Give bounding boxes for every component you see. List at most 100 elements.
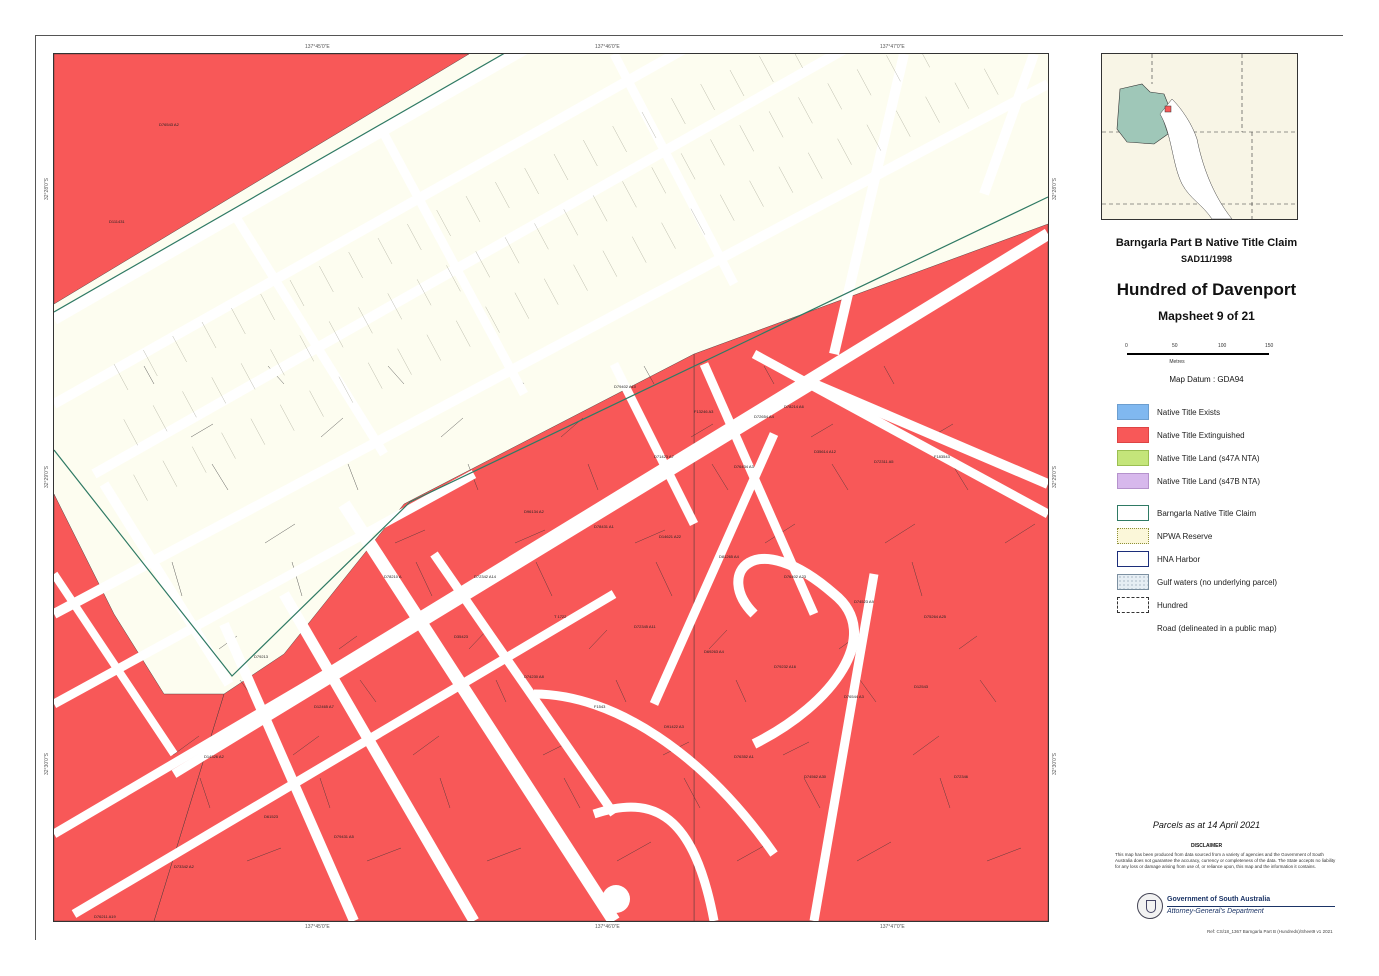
legend-item: Hundred	[1117, 597, 1337, 617]
parcel-label: D76211 A19	[94, 914, 116, 919]
parcel-label: D12543	[914, 684, 929, 689]
grid-label-bottom-1: 137°45'0"E	[305, 924, 330, 930]
locator-inset-map[interactable]	[1101, 53, 1298, 220]
parcel-label: D78431 A1	[594, 524, 614, 529]
parcel-label: D69263 A4	[704, 649, 724, 654]
parcel-label: D61523	[264, 814, 279, 819]
legend-item: NPWA Reserve	[1117, 528, 1337, 548]
legend-label: Barngarla Native Title Claim	[1157, 509, 1257, 518]
grid-label-left-1: 32°28'0"S	[44, 178, 50, 200]
grid-label-bottom-2: 137°46'0"E	[595, 924, 620, 930]
parcel-label: D76402 A23	[784, 574, 807, 579]
parcel-label: F1543	[594, 704, 606, 709]
grid-label-left-2: 32°29'0"S	[44, 466, 50, 488]
parcel-label: F183543	[934, 454, 950, 459]
scale-segment-1	[1127, 353, 1175, 355]
parcel-label: D79431 A5	[334, 834, 354, 839]
map-drawing	[54, 54, 1048, 921]
parcel-label: D79213	[254, 654, 269, 659]
parcel-label: D72654 A4	[754, 414, 774, 419]
legend-item: Native Title Land (s47B NTA)	[1117, 473, 1337, 493]
parcel-label: D96134 A2	[524, 509, 544, 514]
scale-segment-3	[1222, 353, 1269, 355]
legend-item: HNA Harbor	[1117, 551, 1337, 571]
scale-tick-100: 100	[1218, 343, 1227, 349]
map-datum: Map Datum : GDA94	[1169, 375, 1244, 384]
parcel-label: D74523 A9	[854, 599, 874, 604]
map-subtitle: Mapsheet 9 of 21	[1158, 309, 1255, 323]
claim-id: SAD11/1998	[1180, 254, 1233, 264]
government-name: Government of South Australia	[1167, 896, 1271, 903]
legend-label: Hundred	[1157, 601, 1188, 610]
parcel-label: D76543 A2	[159, 122, 179, 127]
parcel-label: D14621 A22	[659, 534, 682, 539]
scale-tick-0: 0	[1125, 343, 1128, 349]
legend-item: Native Title Exists	[1117, 404, 1337, 424]
map-canvas[interactable]: D76543 A2 D111431 D79402 A10 F13246 A3 D7265…	[53, 53, 1049, 922]
claim-name: Barngarla Part B Native Title Claim	[1115, 237, 1298, 249]
scale-bar: 0 50 100 150 Metres	[1122, 343, 1277, 373]
map-title: Hundred of Davenport	[1116, 280, 1297, 299]
scale-segment-2	[1175, 353, 1222, 355]
parcel-label: D76434 A3	[734, 464, 754, 469]
coat-of-arms-icon	[1137, 893, 1163, 919]
legend-swatch	[1117, 528, 1149, 544]
legend-label: Native Title Extinguished	[1157, 431, 1245, 440]
legend-swatch	[1117, 473, 1149, 489]
parcel-label: D91422 A3	[664, 724, 684, 729]
parcel-label: D76352 A1	[734, 754, 754, 759]
parcel-label: D72342 A14	[474, 574, 497, 579]
department-name: Attorney-General's Department	[1167, 908, 1264, 915]
legend-swatch	[1117, 427, 1149, 443]
parcel-label: D71423 A7	[654, 454, 674, 459]
legend-swatch	[1117, 450, 1149, 466]
grid-label-right-2: 32°29'0"S	[1052, 466, 1058, 488]
parcel-label: D78214 A6	[784, 404, 804, 409]
parcel-label: D81265 A4	[719, 554, 739, 559]
grid-label-top-3: 137°47'0"E	[880, 44, 905, 50]
parcel-label: D79402 A10	[614, 384, 637, 389]
grid-label-top-1: 137°45'0"E	[305, 44, 330, 50]
legend-label: Road (delineated in a public map)	[1157, 624, 1277, 633]
legend-label: Native Title Exists	[1157, 408, 1221, 417]
parcel-label: D79232 A16	[774, 664, 797, 669]
sheet-location-marker	[1164, 105, 1172, 113]
legend-label: Native Title Land (s47A NTA)	[1157, 454, 1260, 463]
legend-swatch	[1117, 505, 1149, 521]
legend-item: Barngarla Native Title Claim	[1117, 505, 1337, 525]
legend-label: NPWA Reserve	[1157, 532, 1213, 541]
parcel-label: D78210 A	[384, 574, 402, 579]
legend-swatch	[1117, 551, 1149, 567]
parcel-label: D35423	[454, 634, 469, 639]
parcel-label: D35614 A12	[814, 449, 837, 454]
legend-swatch	[1117, 574, 1149, 590]
legend-swatch	[1117, 404, 1149, 420]
scale-tick-50: 50	[1172, 343, 1178, 349]
government-divider	[1167, 906, 1335, 907]
locator-drawing	[1102, 54, 1297, 219]
parcel-label: F13246 A3	[694, 409, 714, 414]
footer-reference: Ref: CS/18_1367 Barngarla Part B (Hundre…	[1207, 929, 1333, 934]
grid-label-bottom-3: 137°47'0"E	[880, 924, 905, 930]
legend-swatch	[1117, 620, 1149, 636]
disclaimer-text: This map has been produced from data sou…	[1115, 852, 1336, 869]
parcel-label: D14326 A2	[204, 754, 224, 759]
parcel-label: D73342 A2	[174, 864, 194, 869]
scale-unit: Metres	[1169, 359, 1185, 365]
grid-label-right-3: 32°30'0"S	[1052, 753, 1058, 775]
parcel-label: D75264 A25	[924, 614, 947, 619]
parcels-date: Parcels as at 14 April 2021	[1152, 820, 1261, 830]
parcel-label: D74230 A8	[524, 674, 544, 679]
disclaimer-title: DISCLAIMER	[1190, 843, 1223, 849]
government-logo-block: Government of South Australia Attorney-G…	[1137, 893, 1337, 925]
cul-de-sac	[602, 885, 630, 913]
parcel-label: D74562 A30	[804, 774, 827, 779]
grid-label-right-1: 32°28'0"S	[1052, 178, 1058, 200]
legend-item: Native Title Land (s47A NTA)	[1117, 450, 1337, 470]
legend-swatch	[1117, 597, 1149, 613]
legend-label: HNA Harbor	[1157, 555, 1201, 564]
parcel-label: D76544 A3	[844, 694, 864, 699]
parcel-label: D111431	[109, 219, 125, 224]
parcel-label: D12465 A7	[314, 704, 334, 709]
scale-tick-150: 150	[1265, 343, 1274, 349]
